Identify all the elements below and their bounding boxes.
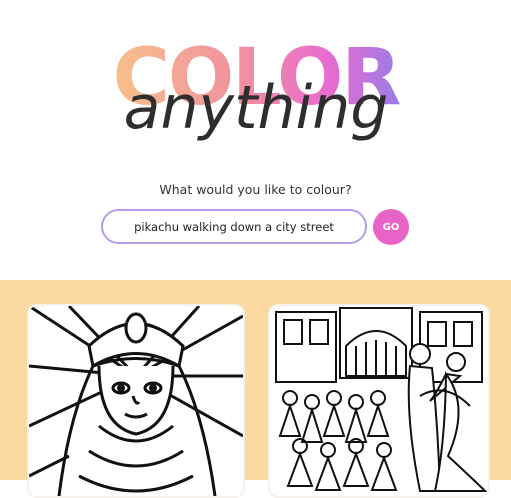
search-input[interactable]	[101, 209, 367, 244]
search-bar: GO	[101, 209, 411, 245]
dancers-coloring-image	[270, 306, 488, 496]
coloring-gallery	[0, 280, 511, 498]
go-button[interactable]: GO	[373, 209, 409, 245]
prompt-label: What would you like to colour?	[159, 182, 352, 197]
gallery-card-dancers[interactable]	[268, 304, 490, 498]
svg-text:anything: anything	[124, 73, 389, 143]
gallery-card-pharaoh[interactable]	[27, 304, 245, 498]
header: COLOR anything What would you like to co…	[0, 0, 511, 280]
color-anything-logo: COLOR anything	[0, 0, 511, 170]
pharaoh-coloring-image	[29, 306, 243, 496]
